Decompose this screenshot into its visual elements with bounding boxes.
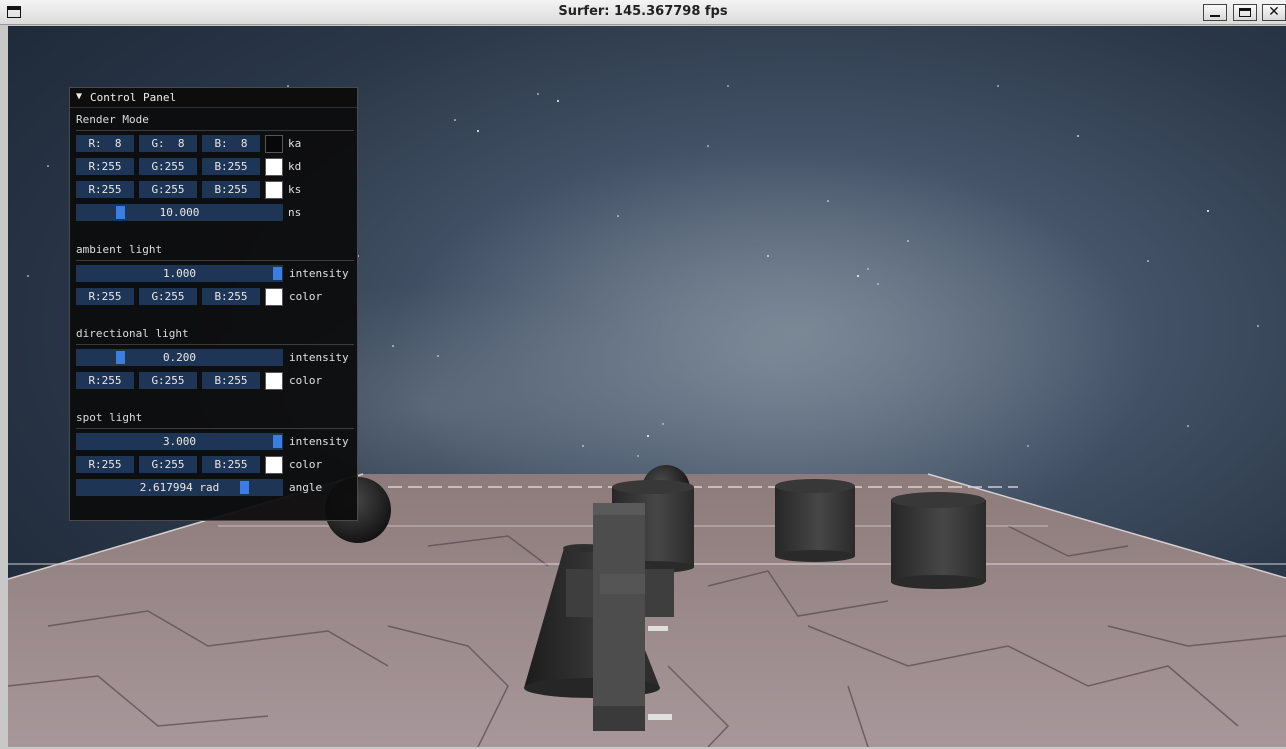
- spot-g-field[interactable]: G:255: [139, 456, 197, 473]
- ambient-b-field[interactable]: B:255: [202, 288, 260, 305]
- ns-value: 10.000: [159, 206, 200, 219]
- collapse-triangle-icon[interactable]: ▼: [76, 91, 82, 102]
- spot-color-swatch[interactable]: [265, 456, 283, 474]
- spot-angle-label: angle: [289, 481, 323, 494]
- directional-intensity-value: 0.200: [162, 351, 197, 364]
- section-divider: [76, 428, 354, 429]
- ka-g-field[interactable]: G: 8: [139, 135, 197, 152]
- ka-color-swatch[interactable]: [265, 135, 283, 153]
- maximize-icon: [1239, 8, 1251, 17]
- spot-b-field[interactable]: B:255: [202, 456, 260, 473]
- ks-g-field[interactable]: G:255: [139, 181, 197, 198]
- minimize-button[interactable]: [1203, 4, 1227, 21]
- ks-color-swatch[interactable]: [265, 181, 283, 199]
- close-icon: ✕: [1268, 4, 1280, 20]
- panel-header[interactable]: ▼ Control Panel: [70, 88, 357, 108]
- ks-r-field[interactable]: R:255: [76, 181, 134, 198]
- ambient-color-label: color: [289, 290, 323, 303]
- ns-label: ns: [288, 206, 302, 219]
- spot-angle-slider[interactable]: 2.617994 rad: [76, 479, 283, 496]
- minimize-icon: [1210, 15, 1220, 17]
- ambient-g-field[interactable]: G:255: [139, 288, 197, 305]
- directional-color-swatch[interactable]: [265, 372, 283, 390]
- ka-b-field[interactable]: B: 8: [202, 135, 260, 152]
- directional-intensity-label: intensity: [289, 351, 349, 364]
- directional-intensity-slider[interactable]: 0.200: [76, 349, 283, 366]
- kd-b-field[interactable]: B:255: [202, 158, 260, 175]
- section-render-mode: Render Mode: [76, 113, 149, 126]
- ka-label: ka: [288, 137, 302, 150]
- ks-label: ks: [288, 183, 302, 196]
- window-title-bar[interactable]: Surfer: 145.367798 fps ✕: [0, 0, 1286, 25]
- spot-intensity-label: intensity: [289, 435, 349, 448]
- close-button[interactable]: ✕: [1262, 4, 1286, 21]
- ambient-intensity-value: 1.000: [162, 267, 197, 280]
- kd-g-field[interactable]: G:255: [139, 158, 197, 175]
- directional-b-field[interactable]: B:255: [202, 372, 260, 389]
- control-panel[interactable]: ▼ Control Panel Render Mode R: 8 G: 8 B:…: [69, 87, 358, 521]
- directional-color-label: color: [289, 374, 323, 387]
- section-divider: [76, 344, 354, 345]
- spot-color-label: color: [289, 458, 323, 471]
- window-title: Surfer: 145.367798 fps: [558, 4, 728, 19]
- cylinder-right-2: [891, 492, 986, 589]
- ambient-intensity-label: intensity: [289, 267, 349, 280]
- section-divider: [76, 130, 354, 131]
- section-ambient-light: ambient light: [76, 243, 163, 256]
- ka-r-field[interactable]: R: 8: [76, 135, 134, 152]
- spot-intensity-slider[interactable]: 3.000: [76, 433, 283, 450]
- spot-angle-value: 2.617994 rad: [139, 481, 220, 494]
- kd-r-field[interactable]: R:255: [76, 158, 134, 175]
- kd-color-swatch[interactable]: [265, 158, 283, 176]
- kd-label: kd: [288, 160, 302, 173]
- ns-slider[interactable]: 10.000: [76, 204, 283, 221]
- directional-g-field[interactable]: G:255: [139, 372, 197, 389]
- directional-r-field[interactable]: R:255: [76, 372, 134, 389]
- section-spot-light: spot light: [76, 411, 143, 424]
- ambient-color-swatch[interactable]: [265, 288, 283, 306]
- spot-intensity-value: 3.000: [162, 435, 197, 448]
- section-directional-light: directional light: [76, 327, 189, 340]
- ambient-r-field[interactable]: R:255: [76, 288, 134, 305]
- ks-b-field[interactable]: B:255: [202, 181, 260, 198]
- spot-r-field[interactable]: R:255: [76, 456, 134, 473]
- cylinder-right-1: [775, 479, 855, 562]
- panel-title: Control Panel: [90, 91, 177, 104]
- maximize-button[interactable]: [1233, 4, 1257, 21]
- section-divider: [76, 260, 354, 261]
- ambient-intensity-slider[interactable]: 1.000: [76, 265, 283, 282]
